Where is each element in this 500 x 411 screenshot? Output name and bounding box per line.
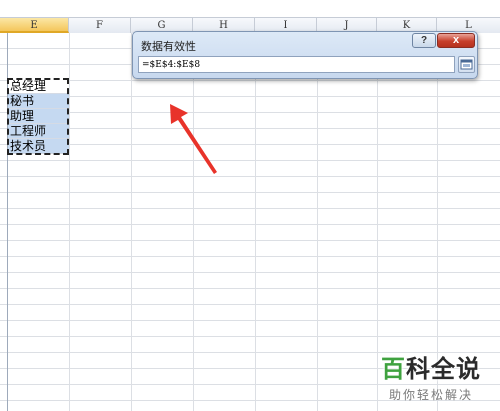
gridline [69,33,70,411]
column-header-f[interactable]: F [69,18,131,33]
watermark-logo: 百科全说 助你轻松解决 [370,349,492,403]
brand-rest: 科全说 [406,355,481,383]
gridline [193,33,194,411]
help-button[interactable]: ? [412,33,436,48]
dialog-title: 数据有效性 [141,40,196,53]
selected-range[interactable]: 总经理 秘书 助理 工程师 技术员 [8,79,69,154]
brand-accent-char: 百 [381,355,406,383]
row-header-edge [0,33,8,411]
expand-dialog-button[interactable] [458,56,475,73]
cell-e5[interactable]: 秘书 [8,94,69,109]
spreadsheet-window: E F G H I J K L 总经理 秘书 助理 工程师 技术员 数据有效性 … [0,0,500,411]
column-header-e[interactable]: E [0,18,69,33]
cell-e8[interactable]: 技术员 [8,139,69,154]
range-reference-input[interactable] [138,56,455,73]
gridline [255,33,256,411]
gridline [317,33,318,411]
watermark-brand: 百科全说 [370,349,492,384]
close-button[interactable]: x [437,33,475,48]
cell-e7[interactable]: 工程师 [8,124,69,139]
red-arrow-icon [170,104,217,174]
data-validation-dialog[interactable]: 数据有效性 ? x [132,31,478,79]
watermark-tagline: 助你轻松解决 [388,388,473,402]
gridline [131,33,132,411]
cell-e4[interactable]: 总经理 [8,79,69,94]
cell-e6[interactable]: 助理 [8,109,69,124]
collapse-dialog-icon [460,59,473,70]
